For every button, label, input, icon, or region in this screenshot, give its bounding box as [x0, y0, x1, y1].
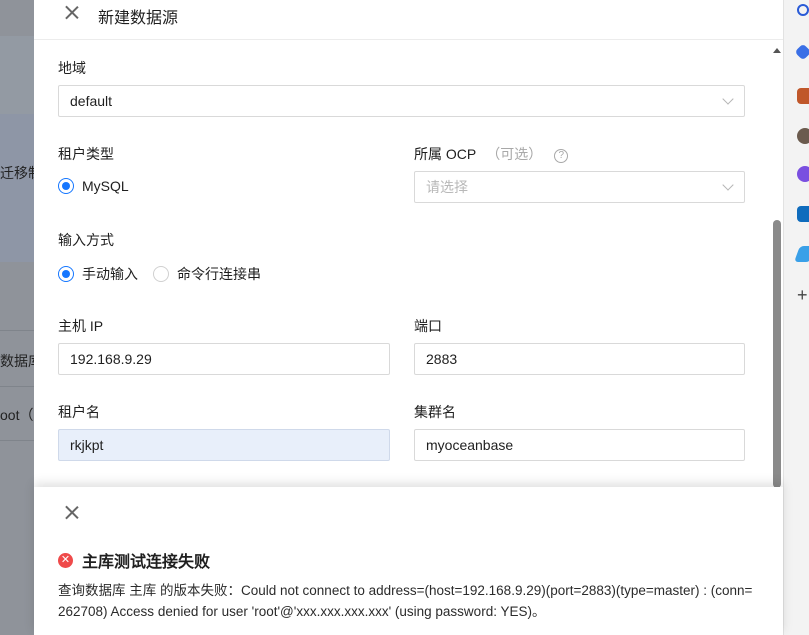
radio-unchecked-icon [153, 266, 169, 282]
error-icon: ✕ [58, 552, 73, 568]
add-icon[interactable]: + [797, 286, 808, 304]
port-label: 端口 [414, 318, 442, 334]
outlook-icon[interactable] [797, 206, 809, 222]
background-text-2: 数据库 [0, 353, 34, 369]
toolbox-icon[interactable] [797, 88, 809, 104]
tenant-name-input[interactable]: rkjkpt [58, 429, 390, 461]
region-label: 地域 [58, 60, 86, 76]
scrollbar[interactable] [769, 40, 783, 488]
radio-mysql[interactable]: MySQL [58, 178, 129, 194]
background-page: 迁移制 数据库 oot（ [0, 0, 34, 635]
radio-checked-icon [58, 178, 74, 194]
chevron-down-icon [722, 93, 734, 105]
drawer-title: 新建数据源 [98, 10, 179, 27]
notification-title: ✕ 主库测试连接失败 [58, 548, 210, 572]
browser-sidebar: + [783, 0, 809, 635]
background-text-3: oot（ [0, 407, 34, 423]
office-icon[interactable] [797, 166, 809, 182]
ocp-label: 所属 OCP （可选）? [414, 144, 569, 164]
ocp-select[interactable]: 请选择 [414, 171, 745, 203]
radio-command-line[interactable]: 命令行连接串 [153, 264, 261, 284]
close-icon[interactable] [64, 505, 80, 521]
radio-checked-icon [58, 266, 74, 282]
scroll-up-arrow-icon[interactable] [773, 48, 781, 53]
region-select[interactable]: default [58, 85, 745, 117]
ocp-placeholder: 请选择 [426, 179, 468, 195]
tenant-type-label: 租户类型 [58, 146, 114, 162]
copilot-icon[interactable] [794, 43, 809, 61]
host-ip-input[interactable]: 192.168.9.29 [58, 343, 390, 375]
background-text-1: 迁移制 [0, 165, 34, 181]
notification-message: 查询数据库 主库 的版本失败：Could not connect to addr… [58, 583, 753, 619]
radio-mysql-label: MySQL [82, 178, 129, 194]
search-icon[interactable] [797, 4, 809, 16]
error-notification: ✕ 主库测试连接失败 查询数据库 主库 的版本失败：Could not conn… [34, 487, 783, 635]
tenant-name-label: 租户名 [58, 404, 100, 420]
close-icon[interactable] [64, 5, 80, 21]
question-circle-icon[interactable]: ? [554, 149, 569, 163]
ocp-optional-text: （可选） [486, 146, 543, 162]
radio-manual-input[interactable]: 手动输入 [58, 264, 138, 284]
profile-icon[interactable] [797, 128, 809, 144]
chevron-down-icon [722, 179, 734, 191]
scrollbar-thumb[interactable] [773, 220, 781, 488]
port-input[interactable]: 2883 [414, 343, 745, 375]
send-icon[interactable] [794, 246, 809, 262]
cluster-name-input[interactable]: myoceanbase [414, 429, 745, 461]
cluster-name-label: 集群名 [414, 404, 456, 420]
drawer-header: 新建数据源 [34, 0, 783, 40]
input-mode-label: 输入方式 [58, 232, 114, 248]
region-value: default [70, 93, 113, 109]
host-ip-label: 主机 IP [58, 318, 104, 334]
